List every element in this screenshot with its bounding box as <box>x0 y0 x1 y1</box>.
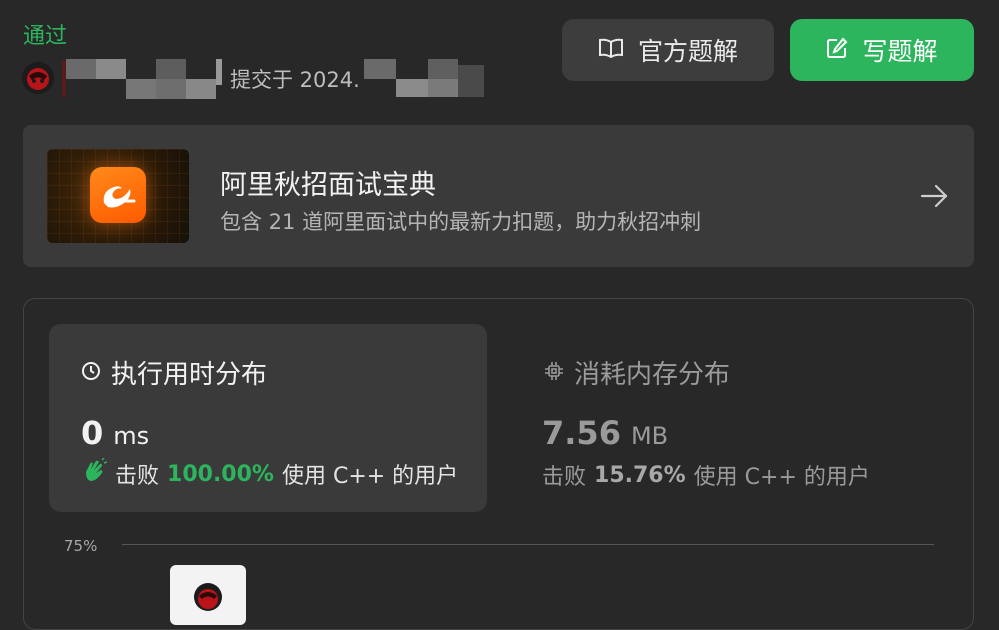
submission-status: 通过 <box>23 24 68 49</box>
username-redacted <box>62 59 222 99</box>
memory-unit: MB <box>630 422 669 450</box>
runtime-beat: 击败 100.00% 使用 C++ 的用户 <box>81 457 459 490</box>
runtime-title-text: 执行用时分布 <box>111 360 268 390</box>
runtime-number: 0 <box>81 414 104 452</box>
book-icon <box>598 36 624 65</box>
runtime-beat-suffix: 使用 C++ 的用户 <box>281 464 459 489</box>
alibaba-logo <box>90 167 146 223</box>
submitted-time: 提交于 2024. <box>230 68 360 92</box>
runtime-beat-percent: 100.00% <box>167 461 274 487</box>
chart-marker-avatar[interactable] <box>170 565 246 625</box>
official-solution-button[interactable]: 官方题解 <box>562 19 774 81</box>
promo-banner[interactable]: 阿里秋招面试宝典 包含 21 道阿里面试中的最新力扣题，助力秋招冲刺 <box>23 125 974 267</box>
clap-icon <box>81 457 108 490</box>
runtime-value: 0 ms <box>81 414 149 452</box>
performance-card: 执行用时分布 0 ms 击败 100.00% 使用 C++ 的用户 消耗内存分布… <box>23 298 974 630</box>
chip-icon <box>544 358 564 388</box>
clock-icon <box>81 358 101 388</box>
memory-beat-label: 击败 <box>542 465 587 490</box>
memory-beat-percent: 15.76% <box>594 462 686 488</box>
runtime-unit: ms <box>113 422 150 450</box>
edit-icon <box>826 36 848 65</box>
chart-axis-label: 75% <box>64 537 98 555</box>
runtime-panel[interactable]: 执行用时分布 0 ms 击败 100.00% 使用 C++ 的用户 <box>49 324 487 512</box>
write-solution-button[interactable]: 写题解 <box>790 19 974 81</box>
banner-thumbnail <box>47 149 189 243</box>
memory-title[interactable]: 消耗内存分布 <box>544 354 730 391</box>
runtime-beat-label: 击败 <box>115 464 160 489</box>
banner-subtitle: 包含 21 道阿里面试中的最新力扣题，助力秋招冲刺 <box>220 210 702 234</box>
memory-beat: 击败 15.76% 使用 C++ 的用户 <box>542 459 870 491</box>
memory-beat-suffix: 使用 C++ 的用户 <box>693 465 870 490</box>
timestamp-redacted <box>364 59 490 99</box>
memory-value: 7.56 MB <box>542 414 668 452</box>
official-solution-label: 官方题解 <box>637 37 738 66</box>
banner-title: 阿里秋招面试宝典 <box>220 170 436 201</box>
memory-title-text: 消耗内存分布 <box>574 360 731 390</box>
chart-gridline <box>122 544 934 545</box>
arrow-right-icon[interactable] <box>917 179 951 213</box>
memory-number: 7.56 <box>542 414 621 452</box>
runtime-title: 执行用时分布 <box>81 354 267 391</box>
write-solution-label: 写题解 <box>862 37 938 66</box>
user-avatar[interactable] <box>22 62 54 94</box>
